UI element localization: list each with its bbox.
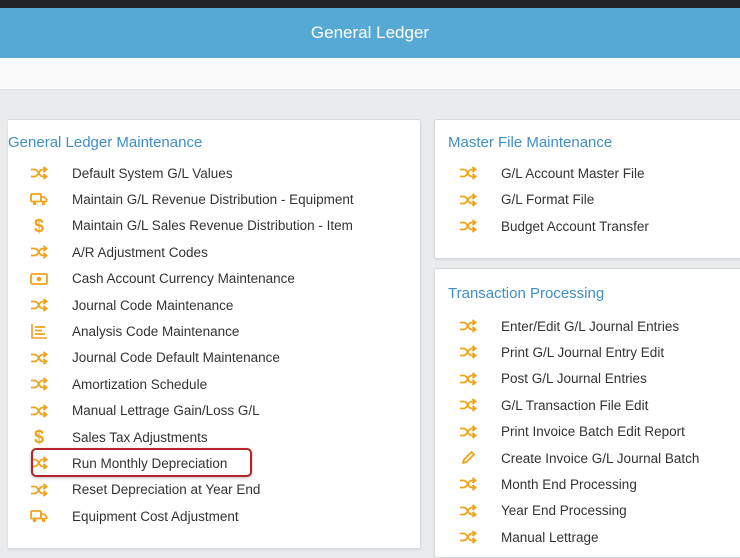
menu-item-print-invoice-batch-edit-report[interactable]: Print Invoice Batch Edit Report <box>457 420 685 444</box>
shuffle-icon <box>457 342 479 362</box>
menu-item-label: Sales Tax Adjustments <box>72 429 208 445</box>
menu-item-label: Journal Code Default Maintenance <box>72 350 280 366</box>
menu-item-g-l-account-master-file[interactable]: G/L Account Master File <box>457 161 645 185</box>
menu-item-label: Amortization Schedule <box>72 376 208 392</box>
panel-title: General Ledger Maintenance <box>8 134 203 151</box>
menu-item-maintain-g-l-sales-revenue-distribution-item[interactable]: $ Maintain G/L Sales Revenue Distribution… <box>28 214 353 238</box>
menu-item-analysis-code-maintenance[interactable]: Analysis Code Maintenance <box>28 319 239 343</box>
dollar-icon: $ <box>33 427 44 447</box>
menu-item-journal-code-maintenance[interactable]: Journal Code Maintenance <box>28 293 233 317</box>
menu-item-g-l-transaction-file-edit[interactable]: G/L Transaction File Edit <box>457 393 648 417</box>
menu-item-label: Year End Processing <box>501 503 627 519</box>
shuffle-icon <box>457 369 479 389</box>
menu-item-label: Month End Processing <box>501 476 637 492</box>
page-title: General Ledger <box>310 23 430 42</box>
menu-item-label: Manual Lettrage Gain/Loss G/L <box>72 403 260 419</box>
menu-item-cash-account-currency-maintenance[interactable]: Cash Account Currency Maintenance <box>28 267 295 291</box>
menu-item-print-g-l-journal-entry-edit[interactable]: Print G/L Journal Entry Edit <box>457 340 664 364</box>
menu-item-label: Journal Code Maintenance <box>72 297 234 313</box>
menu-item-budget-account-transfer[interactable]: Budget Account Transfer <box>457 214 649 238</box>
shuffle-icon <box>457 474 479 494</box>
panel-title: Transaction Processing <box>448 285 605 302</box>
menu-item-equipment-cost-adjustment[interactable]: Equipment Cost Adjustment <box>28 504 239 528</box>
menu-item-run-monthly-depreciation[interactable]: Run Monthly Depreciation <box>28 451 227 475</box>
menu-item-default-system-g-l-values[interactable]: Default System G/L Values <box>28 161 233 185</box>
list-icon <box>28 321 50 341</box>
truck-icon <box>28 506 50 526</box>
shuffle-icon <box>28 480 50 500</box>
menu-item-label: Manual Lettrage <box>501 529 599 545</box>
pencil-icon <box>457 448 479 468</box>
shuffle-icon <box>28 374 50 394</box>
menu-item-label: A/R Adjustment Codes <box>72 244 208 260</box>
menu-item-g-l-format-file[interactable]: G/L Format File <box>457 188 594 212</box>
menu-item-label: Enter/Edit G/L Journal Entries <box>501 318 680 334</box>
panel-title: Master File Maintenance <box>448 134 613 151</box>
shuffle-icon <box>28 295 50 315</box>
shuffle-icon <box>28 348 50 368</box>
shuffle-icon <box>457 527 479 547</box>
shuffle-icon <box>457 216 479 236</box>
menu-item-maintain-g-l-revenue-distribution-equipment[interactable]: Maintain G/L Revenue Distribution - Equi… <box>28 187 354 211</box>
menu-item-manual-lettrage-gain-loss-g-l[interactable]: Manual Lettrage Gain/Loss G/L <box>28 399 260 423</box>
shuffle-icon <box>457 501 479 521</box>
app-header: General Ledger <box>0 0 740 58</box>
shuffle-icon <box>457 163 479 183</box>
shuffle-icon <box>457 395 479 415</box>
truck-icon <box>28 189 50 209</box>
toolbar-strip <box>0 58 740 90</box>
menu-item-label: Print G/L Journal Entry Edit <box>501 344 665 360</box>
shuffle-icon <box>28 163 50 183</box>
menu-item-post-g-l-journal-entries[interactable]: Post G/L Journal Entries <box>457 367 647 391</box>
menu-item-label: Default System G/L Values <box>72 165 233 181</box>
shuffle-icon <box>457 316 479 336</box>
menu-item-label: Reset Depreciation at Year End <box>72 482 261 498</box>
shuffle-icon <box>457 190 479 210</box>
menu-item-label: Cash Account Currency Maintenance <box>72 271 295 287</box>
menu-item-label: Create Invoice G/L Journal Batch <box>501 450 700 466</box>
menu-item-label: Analysis Code Maintenance <box>72 323 240 339</box>
shuffle-icon <box>28 242 50 262</box>
shuffle-icon <box>28 453 50 473</box>
menu-item-label: Maintain G/L Revenue Distribution - Equi… <box>72 191 354 207</box>
menu-item-month-end-processing[interactable]: Month End Processing <box>457 472 637 496</box>
menu-item-enter-edit-g-l-journal-entries[interactable]: Enter/Edit G/L Journal Entries <box>457 314 679 338</box>
shuffle-icon <box>28 401 50 421</box>
menu-item-a-r-adjustment-codes[interactable]: A/R Adjustment Codes <box>28 240 208 264</box>
menu-item-label: Equipment Cost Adjustment <box>72 508 239 524</box>
shuffle-icon <box>457 422 479 442</box>
menu-item-label: G/L Account Master File <box>501 165 645 181</box>
menu-item-label: Budget Account Transfer <box>501 218 649 234</box>
menu-item-amortization-schedule[interactable]: Amortization Schedule <box>28 372 207 396</box>
menu-item-label: G/L Format File <box>501 192 595 207</box>
gl-maintenance-panel: General Ledger Maintenance Default Syste… <box>8 119 421 549</box>
menu-item-label: Maintain G/L Sales Revenue Distribution … <box>72 218 353 234</box>
menu-item-label: Post G/L Journal Entries <box>501 371 647 387</box>
dollar-icon: $ <box>33 215 44 236</box>
master-file-panel: Master File Maintenance G/L Account Mast… <box>434 119 740 259</box>
menu-item-label: Print Invoice Batch Edit Report <box>501 424 685 440</box>
menu-item-year-end-processing[interactable]: Year End Processing <box>457 499 627 523</box>
menu-item-journal-code-default-maintenance[interactable]: Journal Code Default Maintenance <box>28 346 280 370</box>
menu-item-reset-depreciation-at-year-end[interactable]: Reset Depreciation at Year End <box>28 478 260 502</box>
menu-item-sales-tax-adjustments[interactable]: $ Sales Tax Adjustments <box>28 425 208 449</box>
money-icon <box>28 269 50 289</box>
menu-item-create-invoice-g-l-journal-batch[interactable]: Create Invoice G/L Journal Batch <box>457 446 699 470</box>
menu-item-manual-lettrage[interactable]: Manual Lettrage <box>457 525 599 549</box>
transaction-panel: Transaction Processing Enter/Edit G/L Jo… <box>434 268 740 558</box>
menu-item-label: Run Monthly Depreciation <box>72 455 228 471</box>
menu-item-label: G/L Transaction File Edit <box>501 397 649 413</box>
